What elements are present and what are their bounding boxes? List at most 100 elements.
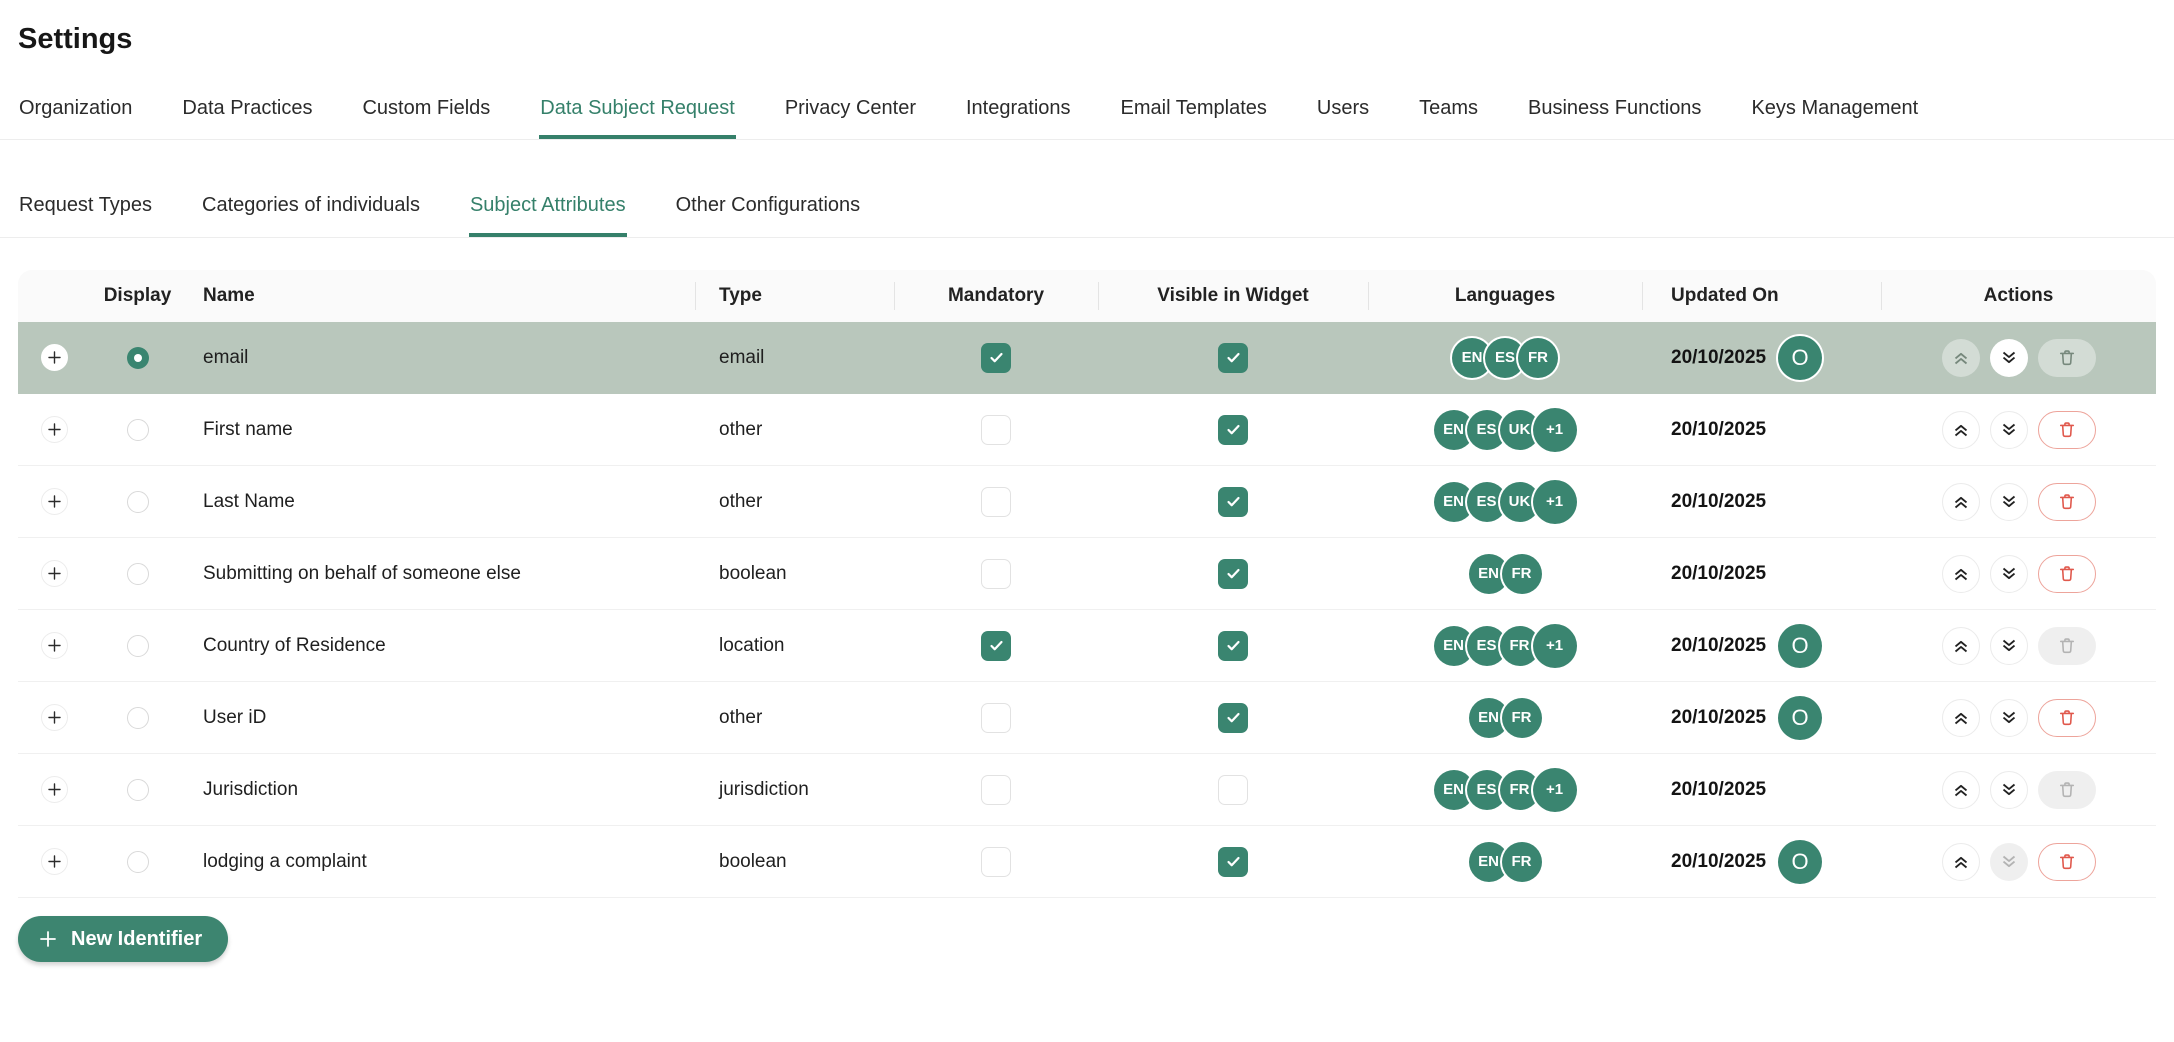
updated-by-avatar: O bbox=[1778, 695, 1823, 740]
expand-row-button[interactable] bbox=[40, 488, 68, 515]
display-radio[interactable] bbox=[126, 490, 149, 513]
delete-button[interactable] bbox=[2037, 338, 2096, 377]
move-up-button[interactable] bbox=[1941, 338, 1980, 377]
display-radio[interactable] bbox=[126, 562, 149, 585]
move-up-button[interactable] bbox=[1941, 626, 1980, 665]
subtab-request-types[interactable]: Request Types bbox=[18, 193, 153, 237]
tab-email-templates[interactable]: Email Templates bbox=[1120, 96, 1268, 139]
move-up-button[interactable] bbox=[1941, 410, 1980, 449]
expand-row-button[interactable] bbox=[40, 848, 68, 875]
visible-in-widget-checkbox[interactable] bbox=[1218, 774, 1248, 805]
display-radio[interactable] bbox=[126, 706, 149, 729]
trash-icon bbox=[2059, 421, 2074, 437]
mandatory-checkbox[interactable] bbox=[981, 558, 1011, 589]
tab-integrations[interactable]: Integrations bbox=[965, 96, 1072, 139]
attribute-name: First name bbox=[203, 418, 293, 440]
mandatory-checkbox[interactable] bbox=[981, 774, 1011, 805]
display-radio[interactable] bbox=[126, 850, 149, 873]
mandatory-checkbox[interactable] bbox=[981, 846, 1011, 877]
visible-in-widget-checkbox[interactable] bbox=[1218, 342, 1248, 373]
page-title: Settings bbox=[18, 23, 133, 55]
language-badge: FR bbox=[1501, 553, 1542, 594]
updated-on-cell: 20/10/2025 bbox=[1642, 394, 1881, 465]
plus-icon bbox=[47, 855, 61, 868]
dsr-subtabbar: Request Types Categories of individuals Su… bbox=[0, 193, 2174, 238]
language-badges: EN FR bbox=[1468, 697, 1542, 738]
new-identifier-label: New Identifier bbox=[71, 927, 203, 950]
move-down-button[interactable] bbox=[1989, 554, 2028, 593]
updated-by-avatar: O bbox=[1778, 839, 1823, 884]
move-down-button[interactable] bbox=[1989, 698, 2028, 737]
chevron-double-up-icon bbox=[1954, 352, 1967, 364]
delete-button[interactable] bbox=[2037, 698, 2096, 737]
delete-button[interactable] bbox=[2037, 482, 2096, 521]
trash-icon bbox=[2059, 781, 2074, 797]
mandatory-checkbox[interactable] bbox=[981, 630, 1011, 661]
move-up-button[interactable] bbox=[1941, 554, 1980, 593]
visible-in-widget-checkbox[interactable] bbox=[1218, 558, 1248, 589]
chevron-double-up-icon bbox=[1954, 784, 1967, 796]
tab-keys-management[interactable]: Keys Management bbox=[1750, 96, 1919, 139]
subtab-other-configurations[interactable]: Other Configurations bbox=[675, 193, 862, 237]
move-up-button[interactable] bbox=[1941, 842, 1980, 881]
attribute-type: other bbox=[719, 418, 763, 440]
expand-row-button[interactable] bbox=[40, 704, 68, 731]
check-icon bbox=[1226, 640, 1240, 651]
display-radio[interactable] bbox=[126, 778, 149, 801]
tab-privacy-center[interactable]: Privacy Center bbox=[784, 96, 917, 139]
attribute-type: location bbox=[719, 634, 785, 656]
move-up-button[interactable] bbox=[1941, 482, 1980, 521]
visible-in-widget-checkbox[interactable] bbox=[1218, 846, 1248, 877]
table-row: User iD other EN FR 20/10/2025 O bbox=[18, 682, 2156, 754]
expand-row-button[interactable] bbox=[40, 416, 68, 443]
mandatory-checkbox[interactable] bbox=[981, 414, 1011, 445]
visible-in-widget-checkbox[interactable] bbox=[1218, 630, 1248, 661]
move-down-button[interactable] bbox=[1989, 770, 2028, 809]
tab-users[interactable]: Users bbox=[1316, 96, 1370, 139]
delete-button[interactable] bbox=[2037, 770, 2096, 809]
move-down-button[interactable] bbox=[1989, 626, 2028, 665]
tab-data-practices[interactable]: Data Practices bbox=[181, 96, 313, 139]
tab-business-functions[interactable]: Business Functions bbox=[1527, 96, 1702, 139]
move-down-button[interactable] bbox=[1989, 842, 2028, 881]
mandatory-checkbox[interactable] bbox=[981, 702, 1011, 733]
column-updated-on: Updated On bbox=[1642, 270, 1881, 322]
display-radio[interactable] bbox=[126, 418, 149, 441]
move-down-button[interactable] bbox=[1989, 482, 2028, 521]
attribute-name: Country of Residence bbox=[203, 634, 386, 656]
tab-custom-fields[interactable]: Custom Fields bbox=[361, 96, 491, 139]
chevron-double-up-icon bbox=[1954, 640, 1967, 652]
subtab-categories-of-individuals[interactable]: Categories of individuals bbox=[201, 193, 421, 237]
visible-in-widget-checkbox[interactable] bbox=[1218, 702, 1248, 733]
move-up-button[interactable] bbox=[1941, 770, 1980, 809]
tab-teams[interactable]: Teams bbox=[1418, 96, 1479, 139]
expand-row-button[interactable] bbox=[40, 344, 68, 371]
tab-organization[interactable]: Organization bbox=[18, 96, 133, 139]
language-badge: FR bbox=[1501, 841, 1542, 882]
mandatory-checkbox[interactable] bbox=[981, 486, 1011, 517]
chevron-double-up-icon bbox=[1954, 712, 1967, 724]
table-row: Submitting on behalf of someone else boo… bbox=[18, 538, 2156, 610]
display-radio[interactable] bbox=[126, 634, 149, 657]
delete-button[interactable] bbox=[2037, 410, 2096, 449]
mandatory-checkbox[interactable] bbox=[981, 342, 1011, 373]
updated-on-date: 20/10/2025 bbox=[1671, 418, 1767, 440]
language-badges: EN ES FR +1 bbox=[1433, 623, 1577, 668]
move-down-button[interactable] bbox=[1989, 338, 2028, 377]
move-up-button[interactable] bbox=[1941, 698, 1980, 737]
delete-button[interactable] bbox=[2037, 842, 2096, 881]
delete-button[interactable] bbox=[2037, 626, 2096, 665]
tab-data-subject-request[interactable]: Data Subject Request bbox=[539, 96, 736, 139]
delete-button[interactable] bbox=[2037, 554, 2096, 593]
subtab-subject-attributes[interactable]: Subject Attributes bbox=[469, 193, 627, 237]
expand-row-button[interactable] bbox=[40, 632, 68, 659]
new-identifier-button[interactable]: New Identifier bbox=[18, 916, 229, 962]
expand-row-button[interactable] bbox=[40, 776, 68, 803]
visible-in-widget-checkbox[interactable] bbox=[1218, 414, 1248, 445]
move-down-button[interactable] bbox=[1989, 410, 2028, 449]
column-actions: Actions bbox=[1881, 270, 2156, 322]
display-radio[interactable] bbox=[126, 346, 149, 369]
check-icon bbox=[1226, 712, 1240, 723]
expand-row-button[interactable] bbox=[40, 560, 68, 587]
visible-in-widget-checkbox[interactable] bbox=[1218, 486, 1248, 517]
